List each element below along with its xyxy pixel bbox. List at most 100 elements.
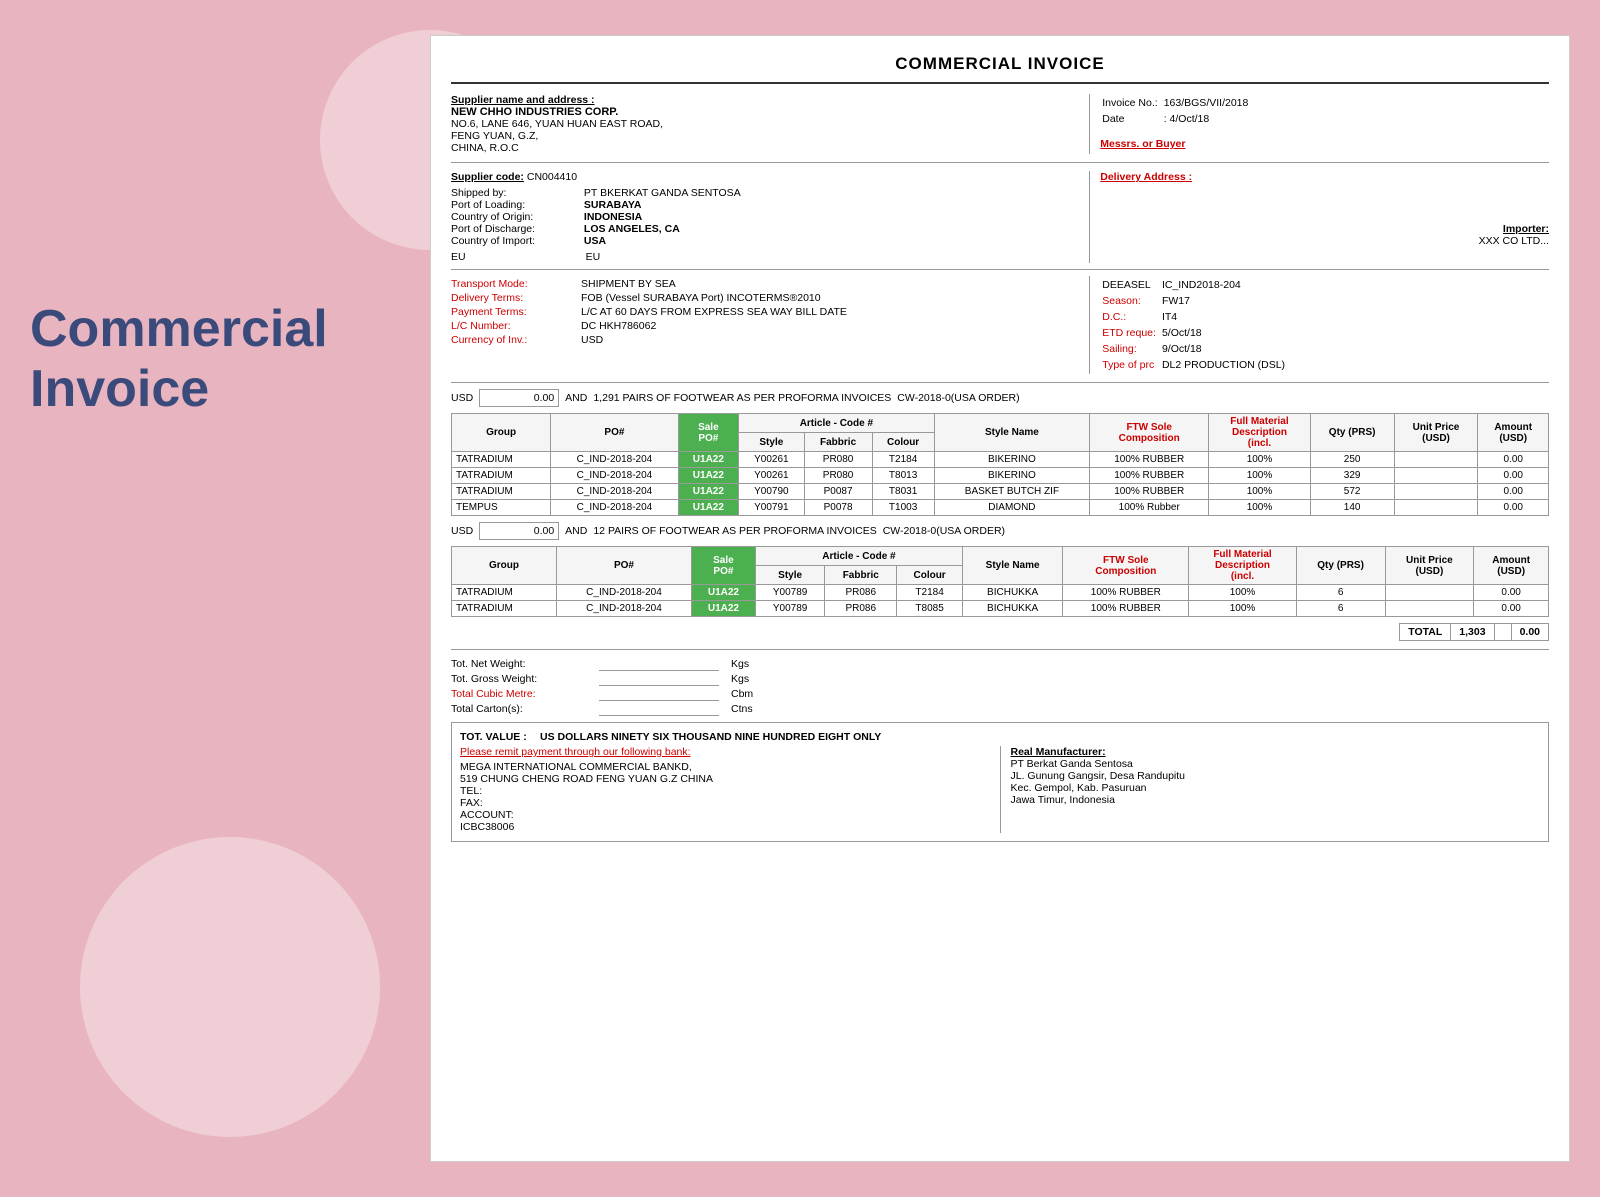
group-cell: TEMPUS	[452, 500, 551, 516]
eu-left: EU	[451, 251, 466, 263]
tot-value-row: TOT. VALUE : US DOLLARS NINETY SIX THOUS…	[460, 731, 1540, 743]
unit-price-cell	[1394, 468, 1478, 484]
style-name-cell: BICHUKKA	[962, 601, 1062, 617]
currency-1: USD	[451, 392, 473, 404]
th-amount-1: Amount(USD)	[1478, 414, 1549, 452]
port-loading-label: Port of Loading:	[451, 199, 581, 211]
total-value-section: TOT. VALUE : US DOLLARS NINETY SIX THOUS…	[451, 722, 1549, 842]
dc-label: D.C.:	[1102, 310, 1160, 324]
transport-mode-label: Transport Mode:	[451, 278, 581, 290]
currency-label: Currency of Inv.:	[451, 334, 581, 346]
transport-mode-value: SHIPMENT BY SEA	[581, 278, 676, 290]
deeasel-value: IC_IND2018-204	[1162, 278, 1289, 292]
th-po-2: PO#	[557, 547, 692, 585]
invoice-no-label: Invoice No.:	[1102, 96, 1161, 110]
amount-box-1: 0.00	[479, 389, 559, 407]
po-cell: C_IND-2018-204	[551, 500, 678, 516]
ftw-sole-cell: 100% RUBBER	[1090, 468, 1209, 484]
delivery-terms-label: Delivery Terms:	[451, 292, 581, 304]
total-qty: 1,303	[1451, 624, 1494, 641]
importer-label: Importer:	[1503, 223, 1549, 235]
table-row: TEMPUS C_IND-2018-204 U1A22 Y00791 P0078…	[452, 500, 1549, 516]
sale-po-cell: U1A22	[691, 585, 755, 601]
date-label: Date	[1102, 112, 1161, 126]
amount-cell: 0.00	[1474, 585, 1549, 601]
fabbric-cell: PR080	[804, 452, 872, 468]
th-group-2: Group	[452, 547, 557, 585]
group-cell: TATRADIUM	[452, 601, 557, 617]
po-cell: C_IND-2018-204	[557, 585, 692, 601]
country-import-label: Country of Import:	[451, 235, 581, 247]
po-cell: C_IND-2018-204	[557, 601, 692, 617]
lc-number-value: DC HKH786062	[581, 320, 656, 332]
invoice-table-1: Group PO# SalePO# Article - Code # Style…	[451, 413, 1549, 516]
transport-section: Transport Mode: SHIPMENT BY SEA Delivery…	[451, 276, 1549, 383]
bank-address1: 519 CHUNG CHENG ROAD FENG YUAN G.Z CHINA	[460, 773, 990, 785]
sale-po-cell: U1A22	[691, 601, 755, 617]
date-colon: :	[1164, 113, 1167, 125]
qty-cell: 140	[1310, 500, 1394, 516]
pairs-1: 1,291 PAIRS OF FOOTWEAR AS PER PROFORMA …	[593, 392, 891, 404]
cubic-metre-box	[599, 688, 719, 701]
unit-price-cell	[1394, 452, 1478, 468]
colour-cell: T1003	[872, 500, 934, 516]
deeasel-label: DEEASEL	[1102, 278, 1160, 292]
total-label: TOTAL	[1400, 624, 1451, 641]
country-import-value: USA	[584, 235, 606, 247]
sailing-label: Sailing:	[1102, 342, 1160, 356]
style-cell: Y00789	[755, 601, 824, 617]
shipped-by-label: Shipped by:	[451, 187, 581, 199]
amount-box-2: 0.00	[479, 522, 559, 540]
sailing-value: 9/Oct/18	[1162, 342, 1289, 356]
dc-value: IT4	[1162, 310, 1289, 324]
th-style-name-2: Style Name	[962, 547, 1062, 585]
ftw-sole-cell: 100% RUBBER	[1063, 585, 1189, 601]
supplier-address3: CHINA, R.O.C	[451, 142, 1079, 154]
group-cell: TATRADIUM	[452, 585, 557, 601]
th-qty-1: Qty (PRS)	[1310, 414, 1394, 452]
amount-cell: 0.00	[1478, 484, 1549, 500]
total-unit-price	[1494, 624, 1511, 641]
style-cell: Y00261	[739, 468, 805, 484]
qty-cell: 6	[1296, 585, 1385, 601]
gross-weight-box	[599, 673, 719, 686]
type-prc-value: DL2 PRODUCTION (DSL)	[1162, 358, 1289, 372]
group-cell: TATRADIUM	[452, 484, 551, 500]
buyer-label: Messrs. or Buyer	[1100, 138, 1185, 150]
fabbric-cell: PR086	[825, 601, 897, 617]
qty-cell: 6	[1296, 601, 1385, 617]
th-style-1: Style	[739, 433, 805, 452]
th-ftw-sole-2: FTW SoleComposition	[1063, 547, 1189, 585]
style-name-cell: DIAMOND	[934, 500, 1090, 516]
sale-po-cell: U1A22	[678, 452, 738, 468]
side-title-line2: Invoice	[30, 360, 400, 420]
amount-cell: 0.00	[1478, 452, 1549, 468]
cubic-metre-unit: Cbm	[731, 688, 753, 701]
total-row: TOTAL 1,303 0.00	[451, 623, 1549, 641]
and-1: AND	[565, 392, 587, 404]
total-amount: 0.00	[1511, 624, 1548, 641]
table-row: TATRADIUM C_IND-2018-204 U1A22 Y00261 PR…	[452, 468, 1549, 484]
importer-value: XXX CO LTD...	[1479, 235, 1549, 247]
supplier-code-label: Supplier code:	[451, 171, 524, 183]
unit-price-cell	[1385, 585, 1474, 601]
style-name-cell: BASKET BUTCH ZIF	[934, 484, 1090, 500]
transport-right: DEEASEL IC_IND2018-204 Season: FW17 D.C.…	[1089, 276, 1549, 374]
invoice-table-2: Group PO# SalePO# Article - Code # Style…	[451, 546, 1549, 617]
bank-note-label: Please remit payment through our followi…	[460, 746, 990, 758]
amount-cell: 0.00	[1478, 500, 1549, 516]
th-style-2: Style	[755, 566, 824, 585]
amount-row-1: USD 0.00 AND 1,291 PAIRS OF FOOTWEAR AS …	[451, 389, 1549, 407]
colour-cell: T2184	[897, 585, 963, 601]
fabbric-cell: P0078	[804, 500, 872, 516]
tot-value: US DOLLARS NINETY SIX THOUSAND NINE HUND…	[540, 731, 881, 743]
cubic-metre-row: Total Cubic Metre: Cbm	[451, 688, 1549, 701]
port-loading-value: SURABAYA	[584, 199, 642, 211]
th-full-material-2: Full MaterialDescription(incl.	[1189, 547, 1296, 585]
pairs-2: 12 PAIRS OF FOOTWEAR AS PER PROFORMA INV…	[593, 525, 876, 537]
bank-name: MEGA INTERNATIONAL COMMERCIAL BANKD,	[460, 761, 990, 773]
po-cell: C_IND-2018-204	[551, 484, 678, 500]
header-section: Supplier name and address : NEW CHHO IND…	[451, 94, 1549, 163]
delivery-address-label: Delivery Address :	[1100, 171, 1192, 183]
bank-left: Please remit payment through our followi…	[460, 746, 1000, 833]
